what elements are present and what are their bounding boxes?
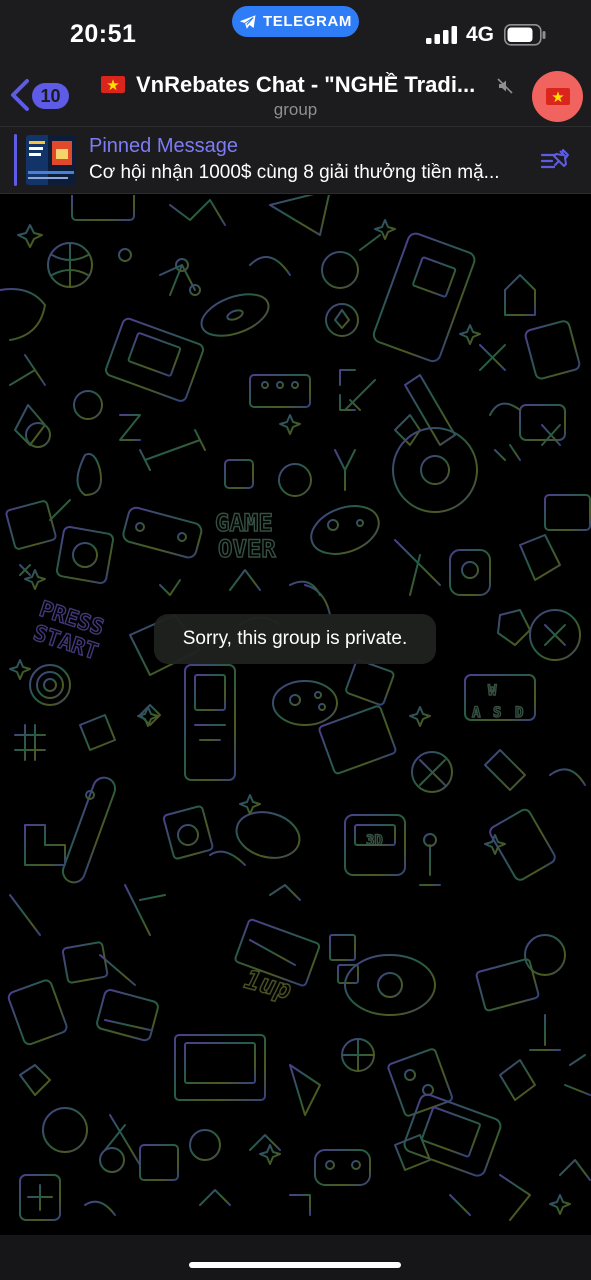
status-bar: 20:51 TELEGRAM 4G — [0, 0, 591, 62]
wallpaper-text-s: S — [493, 705, 501, 721]
pinned-message-bar[interactable]: Pinned Message Cơ hội nhận 1000$ cùng 8 … — [0, 126, 591, 194]
muted-icon — [497, 78, 513, 94]
wallpaper-text-d: D — [515, 705, 523, 721]
wallpaper-pattern: GAME OVER PRESS START 1up 3D W A S D — [0, 195, 591, 1221]
chat-wallpaper: GAME OVER PRESS START 1up 3D W A S D — [0, 195, 591, 1235]
chat-subtitle: group — [273, 100, 318, 119]
pinned-thumbnail — [26, 135, 76, 185]
group-avatar[interactable] — [532, 71, 583, 122]
pinned-label: Pinned Message — [89, 135, 238, 157]
avatar-flag-icon — [545, 88, 570, 105]
pinned-indicator — [14, 134, 17, 186]
bottom-bar — [0, 1235, 591, 1280]
service-message: Sorry, this group is private. — [154, 614, 436, 664]
wallpaper-text-w: W — [488, 683, 497, 699]
vietnam-flag-icon — [101, 76, 125, 93]
wallpaper-text-a: A — [472, 705, 481, 721]
telegram-pill-label: TELEGRAM — [263, 13, 352, 30]
home-indicator[interactable] — [189, 1262, 401, 1268]
signal-bars-icon — [426, 26, 457, 44]
wallpaper-text-3d: 3D — [366, 833, 383, 849]
pinned-list-icon[interactable] — [540, 147, 572, 175]
battery-icon — [504, 24, 546, 46]
wallpaper-text-1up: 1up — [241, 965, 294, 1006]
wallpaper-text-game: GAME — [215, 509, 273, 537]
telegram-plane-icon — [239, 14, 256, 29]
network-type: 4G — [466, 23, 495, 46]
wallpaper-text-over: OVER — [218, 535, 276, 563]
chat-header: 10 VnRebates Chat - "NGHỀ Tradi... group — [0, 62, 591, 126]
pinned-text: Cơ hội nhận 1000$ cùng 8 giải thưởng tiề… — [89, 162, 500, 183]
chat-title[interactable]: VnRebates Chat - "NGHỀ Tradi... — [136, 72, 496, 98]
telegram-pill[interactable]: TELEGRAM — [232, 6, 359, 37]
status-time: 20:51 — [70, 20, 137, 48]
